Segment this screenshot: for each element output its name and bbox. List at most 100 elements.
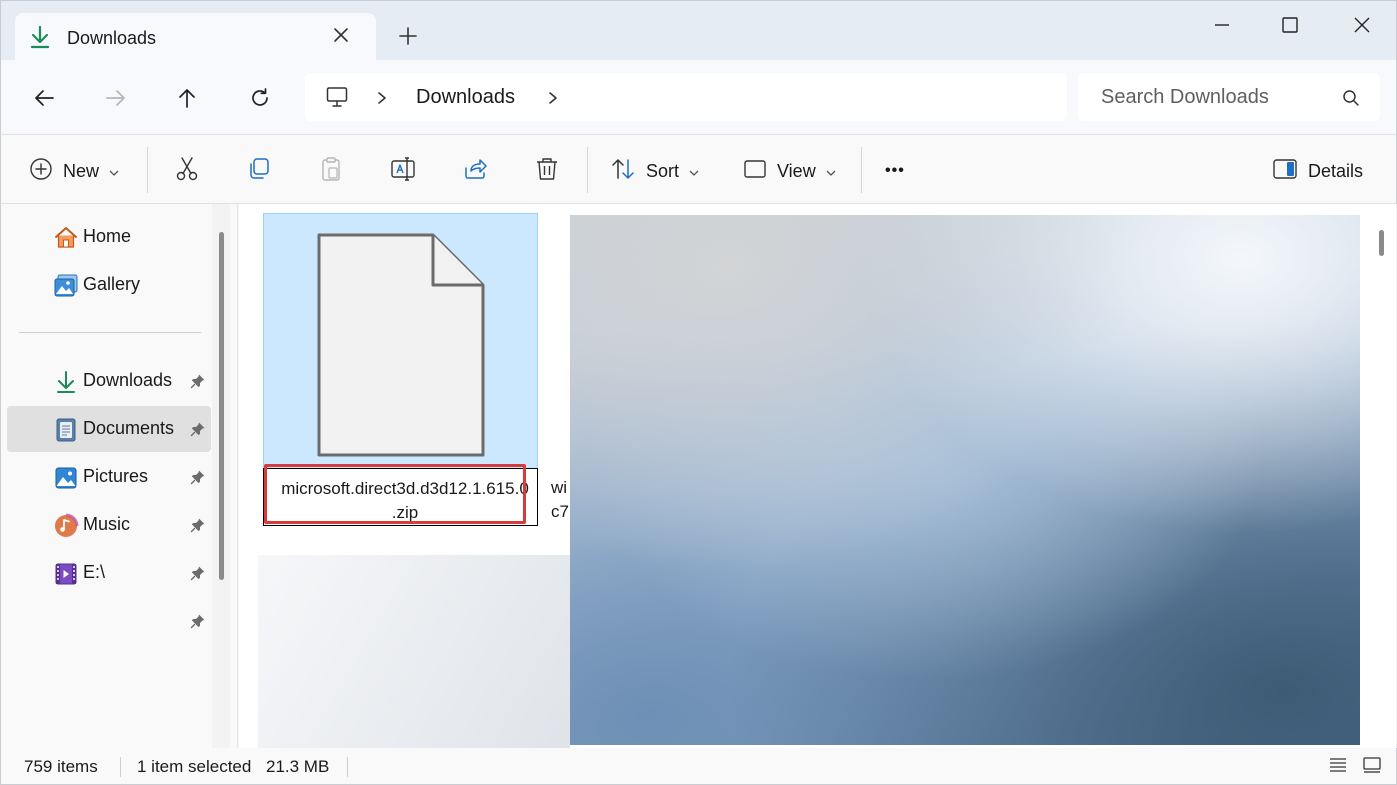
videos-drive-icon [53,561,79,587]
list-view-icon [1328,756,1348,779]
address-bar[interactable]: Downloads [305,73,1067,121]
home-icon [53,225,79,251]
delete-button[interactable] [534,157,560,185]
file-name-line: c7 [551,502,569,521]
sidebar-item-home[interactable]: Home [7,214,211,260]
chevron-down-icon [689,161,699,182]
search-icon[interactable] [1342,89,1360,112]
search-placeholder: Search Downloads [1101,86,1269,108]
large-icons-view-button[interactable] [1359,754,1385,780]
tab-downloads[interactable]: Downloads [15,13,376,63]
sidebar-item-downloads[interactable]: Downloads [7,358,211,404]
highlight-box [264,464,526,524]
view-button[interactable]: View [743,157,836,185]
sidebar-scrollbar[interactable] [219,232,224,580]
file-name-partial[interactable]: wi c7 [551,476,569,524]
pictures-icon [53,465,79,491]
sidebar-label: Home [83,226,132,246]
details-pane-button[interactable]: Details [1272,157,1363,185]
sidebar-item-unlabeled[interactable] [7,598,211,644]
details-pane-icon [1272,158,1298,185]
up-button[interactable] [171,82,203,114]
file-name-line: wi [551,478,568,497]
view-icon [743,157,767,186]
downloads-icon [53,369,79,395]
music-icon [53,513,79,539]
pane-splitter[interactable] [230,204,238,748]
status-bar: 759 items 1 item selected 21.3 MB [0,748,1397,785]
pin-icon[interactable] [190,421,206,442]
pin-icon[interactable] [190,565,206,586]
new-button[interactable]: New [29,157,119,185]
separator [861,147,862,193]
minimize-button[interactable] [1200,11,1244,39]
paste-button[interactable] [318,156,344,187]
item-count: 759 items [24,757,98,776]
sidebar-label: Pictures [83,466,149,486]
new-label: New [63,160,100,181]
selection-size: 21.3 MB [266,757,330,776]
search-input[interactable]: Search Downloads [1078,73,1380,121]
chevron-right-icon[interactable] [376,91,388,110]
view-label: View [777,160,816,181]
clipboard-icon [318,156,344,187]
sidebar-item-documents[interactable]: Documents [7,406,211,452]
rename-button[interactable] [390,156,416,187]
chevron-down-icon [826,161,836,182]
sidebar-label: Gallery [83,274,141,294]
pin-icon[interactable] [190,469,206,490]
command-bar: New Sort View ••• Details [0,134,1397,204]
scissors-icon [174,156,200,187]
pin-icon[interactable] [190,613,206,634]
sort-label: Sort [646,160,680,181]
documents-icon [53,417,79,443]
share-icon [462,156,488,187]
back-button[interactable] [28,82,60,114]
file-list: microsoft.direct3d.d3d12.1.615.0 .zip wi… [239,204,1396,748]
content-scrollbar[interactable] [1379,230,1384,256]
breadcrumb-downloads[interactable]: Downloads [416,86,515,109]
this-pc-icon[interactable] [325,85,349,114]
trash-icon [534,156,560,187]
sidebar-item-e-drive[interactable]: E:\ [7,550,211,596]
cut-button[interactable] [174,156,200,187]
close-tab-icon[interactable] [331,25,351,50]
share-button[interactable] [462,157,488,185]
tiles-view-icon [1362,756,1382,779]
sort-button[interactable]: Sort [610,157,699,185]
sidebar-item-gallery[interactable]: Gallery [7,262,211,308]
navigation-bar: Downloads Search Downloads [0,60,1397,134]
details-view-button[interactable] [1325,754,1351,780]
pin-icon[interactable] [190,373,206,394]
file-thumbnail[interactable] [258,555,570,748]
close-window-button[interactable] [1340,11,1384,39]
maximize-button[interactable] [1268,11,1312,39]
sidebar-label: Music [83,514,131,534]
generic-file-icon [317,233,487,464]
sidebar-item-pictures[interactable]: Pictures [7,454,211,500]
blurred-thumbnail-overlay [570,215,1360,745]
rename-icon [390,156,416,187]
new-tab-icon[interactable] [397,25,419,52]
gallery-icon [53,273,79,299]
pin-icon[interactable] [190,517,206,538]
navigation-pane: Home Gallery Downloads Documents Picture… [0,204,212,748]
refresh-button[interactable] [244,82,276,114]
chevron-right-icon[interactable] [547,91,559,110]
copy-icon [246,156,272,187]
separator [120,757,121,777]
copy-button[interactable] [246,157,272,185]
sidebar-item-music[interactable]: Music [7,502,211,548]
sort-icon [610,156,636,187]
chevron-down-icon [109,161,119,182]
see-more-button[interactable]: ••• [885,157,905,185]
separator [147,147,148,193]
plus-circle-icon [29,157,53,186]
sidebar-label: E:\ [83,562,106,582]
more-options-icon: ••• [885,162,905,179]
title-bar: Downloads [0,0,1397,63]
tab-title: Downloads [67,28,157,48]
forward-button[interactable] [100,82,132,114]
selection-count: 1 item selected [137,757,252,776]
sidebar-label: Documents [83,418,175,438]
